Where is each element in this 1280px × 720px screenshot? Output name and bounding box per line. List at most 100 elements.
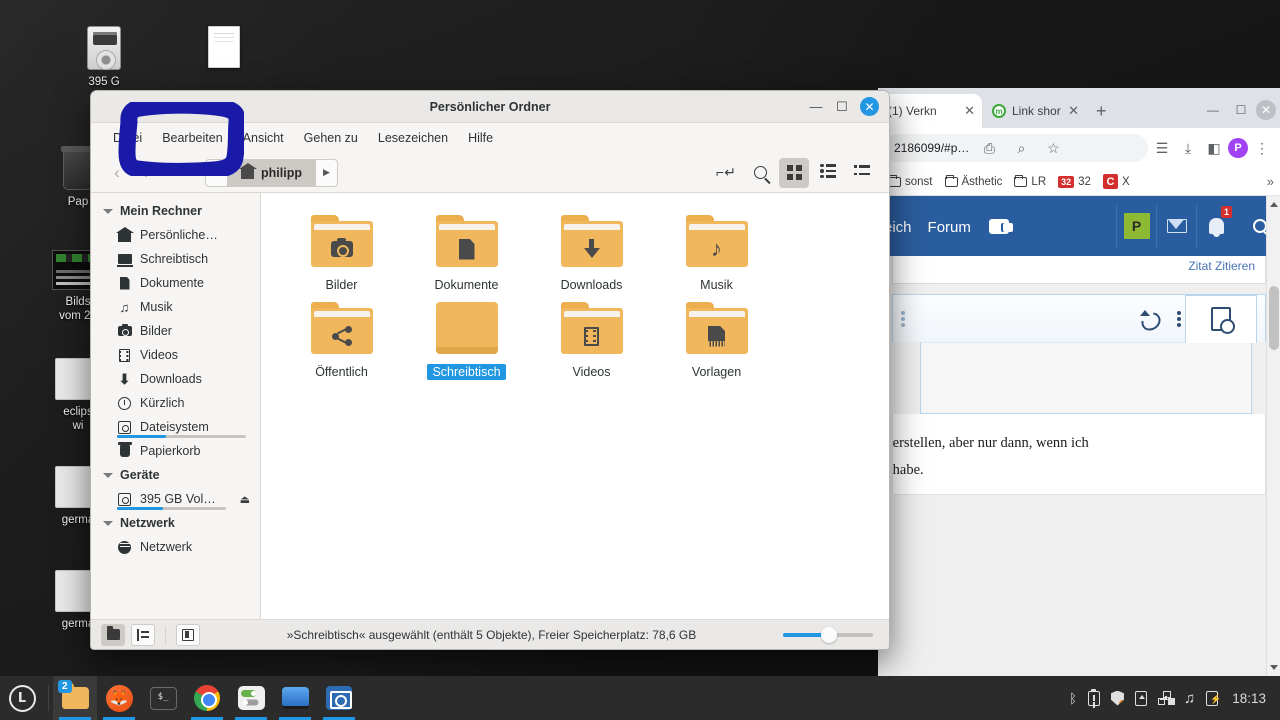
post-actions-row[interactable]: Zitat Zitieren <box>892 256 1266 284</box>
list-view-button[interactable] <box>813 158 843 188</box>
sidebar-item-kuerzlich[interactable]: Kürzlich <box>91 391 260 415</box>
forum-nav-forum[interactable]: Forum <box>928 217 971 236</box>
blue-app-launcher[interactable] <box>273 676 317 720</box>
file-item-dokumente[interactable]: Dokumente <box>404 211 529 298</box>
sidebar-group-geraete[interactable]: Geräte <box>91 463 260 487</box>
page-scrollbar[interactable] <box>1266 196 1280 676</box>
close-button[interactable]: ✕ <box>1256 100 1276 120</box>
volume-icon[interactable]: ♫ <box>1184 690 1195 707</box>
breadcrumb-item-philipp[interactable]: philipp <box>227 158 316 187</box>
file-item-bilder[interactable]: Bilder <box>279 211 404 298</box>
forward-button[interactable]: › <box>133 163 161 183</box>
menu-item-gehen-zu[interactable]: Gehen zu <box>294 127 368 149</box>
file-item-downloads[interactable]: Downloads <box>529 211 654 298</box>
eject-icon[interactable]: ⏏ <box>240 493 250 506</box>
bookmark-star-icon[interactable]: ☆ <box>1041 140 1065 157</box>
editor-textarea[interactable] <box>920 342 1252 414</box>
notifications-button[interactable]: 1 <box>1196 204 1236 248</box>
settings-launcher[interactable] <box>229 676 273 720</box>
firefox-launcher[interactable]: 🦊 <box>97 676 141 720</box>
kebab-menu-icon[interactable] <box>901 310 905 327</box>
sidebar-group-netzwerk[interactable]: Netzwerk <box>91 511 260 535</box>
new-tab-button[interactable]: + <box>1086 101 1117 128</box>
sidebar-item-bilder[interactable]: Bilder <box>91 319 260 343</box>
battery-icon[interactable] <box>1206 690 1221 706</box>
maximize-button[interactable]: ☐ <box>1228 103 1254 117</box>
file-item-schreibtisch[interactable]: Schreibtisch <box>404 298 529 385</box>
breadcrumb-scroll-right[interactable]: ▶ <box>315 158 338 187</box>
update-shield-icon[interactable] <box>1110 690 1124 706</box>
sidebar-item-dokumente[interactable]: Dokumente <box>91 271 260 295</box>
tree-sidebar-button[interactable] <box>131 623 155 646</box>
desktop-icon-document[interactable] <box>176 26 272 73</box>
sidebar-item-dateisystem[interactable]: Dateisystem <box>91 415 260 439</box>
bookmarks-overflow-icon[interactable]: » <box>1267 174 1274 189</box>
file-item-videos[interactable]: Videos <box>529 298 654 385</box>
bookmark-lr[interactable]: LR <box>1010 174 1050 190</box>
clock[interactable]: 18:13 <box>1232 691 1266 706</box>
breadcrumb-scroll-left[interactable]: ◀ <box>205 158 227 187</box>
menu-item-hilfe[interactable]: Hilfe <box>458 127 503 149</box>
file-manager-window[interactable]: Persönlicher Ordner — ☐ ✕ Datei Bearbeit… <box>90 90 890 650</box>
up-button[interactable]: ⌃ <box>163 164 191 181</box>
chrome-browser-window[interactable]: (1) Verkn ✕ m Link shor ✕ + — ☐ ✕ 218609… <box>878 88 1280 676</box>
icon-view-button[interactable] <box>779 157 809 188</box>
browser-tab-1[interactable]: (1) Verkn ✕ <box>878 94 982 128</box>
close-icon[interactable]: ✕ <box>964 103 975 119</box>
kebab-menu-icon[interactable]: ⋮ <box>1250 140 1274 157</box>
file-item-oeffentlich[interactable]: Öffentlich <box>279 298 404 385</box>
close-button[interactable]: ✕ <box>860 97 879 116</box>
preview-tab[interactable] <box>1185 294 1257 343</box>
sidebar-item-personal[interactable]: Persönliche… <box>91 223 260 247</box>
file-item-musik[interactable]: ♪ Musik <box>654 211 779 298</box>
compact-view-button[interactable] <box>847 158 877 188</box>
messages-button[interactable] <box>1156 204 1196 248</box>
address-bar[interactable]: 2186099/#p… ⎙ ⌕ ☆ <box>884 134 1148 162</box>
slider-knob[interactable] <box>821 626 837 643</box>
search-button[interactable] <box>745 158 775 188</box>
path-entry-icon[interactable]: ⌐↵ <box>711 158 741 188</box>
terminal-launcher[interactable]: $_ <box>141 676 185 720</box>
browser-tab-2[interactable]: m Link shor ✕ <box>982 94 1086 128</box>
menu-item-datei[interactable]: Datei <box>103 127 152 149</box>
menu-item-lesezeichen[interactable]: Lesezeichen <box>368 127 458 149</box>
minimize-button[interactable]: — <box>808 99 824 114</box>
chrome-launcher[interactable] <box>185 676 229 720</box>
taskbar[interactable]: ᒪ 2 🦊 $_ ᛒ ♫ 18:13 <box>0 676 1280 720</box>
show-sidebar-button[interactable] <box>176 623 200 646</box>
files-launcher[interactable]: 2 <box>53 676 97 720</box>
clipboard-icon[interactable] <box>1087 688 1100 706</box>
side-panel-icon[interactable]: ◧ <box>1202 140 1226 157</box>
media-list-icon[interactable]: ☰ <box>1150 140 1174 157</box>
menu-item-ansicht[interactable]: Ansicht <box>233 127 294 149</box>
sidebar-group-mein-rechner[interactable]: Mein Rechner <box>91 199 260 223</box>
install-app-icon[interactable]: ⎙ <box>977 140 1001 157</box>
sidebar-item-downloads[interactable]: ⬇ Downloads <box>91 367 260 391</box>
start-menu-button[interactable]: ᒪ <box>0 676 44 720</box>
scroll-down-icon[interactable] <box>1270 665 1278 670</box>
avatar[interactable]: P <box>1228 138 1248 158</box>
minimize-button[interactable]: — <box>1200 103 1226 117</box>
bluetooth-icon[interactable]: ᛒ <box>1069 691 1077 706</box>
maximize-button[interactable]: ☐ <box>834 99 850 115</box>
file-list-area[interactable]: Bilder Dokumente Downloads ♪ Musik Öffen… <box>261 193 889 619</box>
file-item-vorlagen[interactable]: Vorlagen <box>654 298 779 385</box>
sidebar-item-videos[interactable]: Videos <box>91 343 260 367</box>
sidebar-item-volume[interactable]: 395 GB Vol… ⏏ <box>91 487 260 511</box>
title-bar[interactable]: Persönlicher Ordner — ☐ ✕ <box>91 91 889 123</box>
menu-item-bearbeiten[interactable]: Bearbeiten <box>152 127 232 149</box>
close-icon[interactable]: ✕ <box>1068 103 1079 119</box>
desktop-icon-disk[interactable]: 395 G <box>56 26 152 89</box>
bookmark-32[interactable]: 32 32 <box>1054 174 1095 190</box>
sidebar-item-schreibtisch[interactable]: Schreibtisch <box>91 247 260 271</box>
usb-eject-icon[interactable] <box>1134 690 1147 706</box>
sidebar-item-papierkorb[interactable]: Papierkorb <box>91 439 260 463</box>
back-button[interactable]: ‹ <box>103 163 131 183</box>
undo-icon[interactable] <box>1139 309 1159 328</box>
places-sidebar[interactable]: Mein Rechner Persönliche… Schreibtisch D… <box>91 193 261 619</box>
scroll-up-icon[interactable] <box>1270 202 1278 207</box>
bookmark-x[interactable]: C X <box>1099 172 1134 191</box>
screenshot-launcher[interactable] <box>317 676 361 720</box>
kebab-menu-icon[interactable] <box>1177 310 1181 327</box>
sidebar-item-netzwerk[interactable]: Netzwerk <box>91 535 260 559</box>
